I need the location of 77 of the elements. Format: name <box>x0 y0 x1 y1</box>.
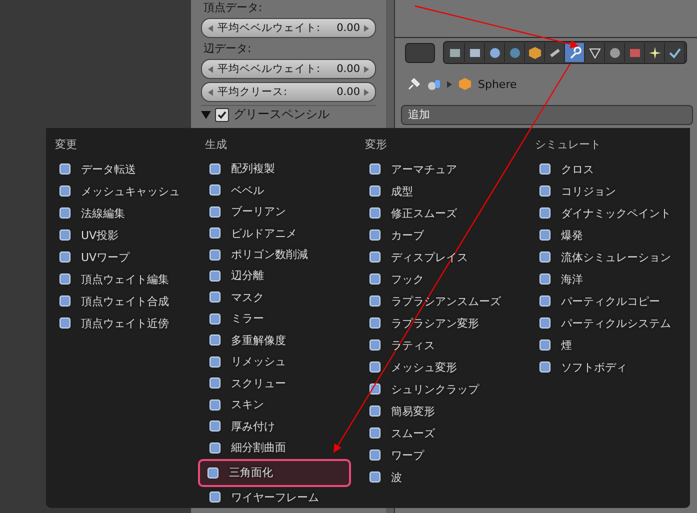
menu-item[interactable]: カーブ <box>362 224 430 246</box>
menu-item[interactable]: 波 <box>362 466 408 488</box>
expand-icon[interactable] <box>201 110 212 120</box>
number-field[interactable]: 平均ベベルウェイト: 0.00 <box>201 18 376 38</box>
menu-item[interactable]: 成型 <box>362 180 419 202</box>
menu-item[interactable]: 海洋 <box>532 268 589 290</box>
menu-item[interactable]: ポリゴン数削減 <box>202 244 314 266</box>
group-label: グリースペンシル <box>233 106 330 123</box>
menu-item[interactable]: パーティクルコピー <box>532 290 666 312</box>
number-field[interactable]: 平均クリース: 0.00 <box>201 82 376 102</box>
menu-item[interactable]: メッシュキャッシュ <box>52 180 186 202</box>
menu-item[interactable]: 配列複製 <box>202 158 281 180</box>
menu-item[interactable]: ミラー <box>202 308 270 330</box>
menu-item[interactable]: 辺分離 <box>202 265 270 287</box>
menu-item[interactable]: 簡易変形 <box>362 400 441 422</box>
menu-item[interactable]: シュリンクラップ <box>362 378 485 400</box>
add-modifier-dropdown[interactable]: 追加 <box>401 105 693 125</box>
column-heading: 変形 <box>364 137 387 153</box>
menu-item[interactable]: ラプラシアンスムーズ <box>362 290 507 312</box>
object-name: Sphere <box>478 78 517 90</box>
menu-item[interactable]: クロス <box>532 158 600 180</box>
breadcrumb-arrow-icon <box>447 80 452 88</box>
menu-item[interactable]: 三角面化 <box>198 459 351 487</box>
vertices-icon <box>588 46 602 60</box>
menu-item[interactable]: 法線編集 <box>52 202 131 224</box>
column-heading: シミュレート <box>534 137 601 153</box>
menu-item[interactable]: パーティクルシステム <box>532 312 677 334</box>
check-icon <box>668 46 682 60</box>
properties-tab[interactable] <box>565 43 585 62</box>
menu-item[interactable]: リメッシュ <box>202 351 292 373</box>
menu-item[interactable]: データ転送 <box>52 158 142 180</box>
menu-item[interactable]: ワープ <box>362 444 430 466</box>
section-label: 頂点データ: <box>202 1 264 15</box>
section-label: 辺データ: <box>202 42 252 56</box>
menu-item[interactable]: メッシュ変形 <box>362 356 463 378</box>
decrement-arrow-icon[interactable] <box>208 24 214 32</box>
menu-item[interactable]: 煙 <box>532 334 578 356</box>
menu-item[interactable]: 爆発 <box>532 224 589 246</box>
cube-icon <box>528 46 542 60</box>
menu-item[interactable]: ビルドアニメ <box>202 222 303 244</box>
menu-item[interactable]: フック <box>362 268 430 290</box>
increment-arrow-icon[interactable] <box>364 66 370 72</box>
sparkle-icon <box>648 46 662 60</box>
menu-item[interactable]: ラプラシアン変形 <box>362 312 485 334</box>
sphere-icon <box>608 46 622 60</box>
menu-item[interactable]: 修正スムーズ <box>362 202 463 224</box>
menu-item[interactable]: コリジョン <box>532 180 622 202</box>
menu-item[interactable]: ブーリアン <box>202 200 292 222</box>
menu-item[interactable]: ワイヤーフレーム <box>202 486 325 508</box>
number-field[interactable]: 平均ベベルウェイト: 0.00 <box>201 59 376 79</box>
menu-item[interactable]: ベベル <box>202 179 270 201</box>
menu-item[interactable]: マスク <box>202 286 270 308</box>
menu-item[interactable]: スクリュー <box>202 372 292 394</box>
menu-item[interactable]: UV投影 <box>52 224 125 246</box>
world-icon <box>508 46 522 60</box>
increment-arrow-icon[interactable] <box>364 24 370 32</box>
menu-item[interactable]: 流体シミュレーション <box>532 246 677 268</box>
menu-item[interactable]: 頂点ウェイト合成 <box>52 290 175 312</box>
menu-item[interactable]: スキン <box>202 394 270 416</box>
menu-item[interactable]: ソフトボディ <box>532 356 633 378</box>
menu-item[interactable]: 頂点ウェイト編集 <box>52 268 175 290</box>
menu-item[interactable]: スムーズ <box>362 422 441 444</box>
cube-icon <box>458 77 472 91</box>
menu-item[interactable]: 細分割曲面 <box>202 436 292 458</box>
menu-item[interactable]: 多重解像度 <box>202 330 292 352</box>
menu-item[interactable]: UVワープ <box>52 246 136 268</box>
menu-item[interactable]: 頂点ウェイト近傍 <box>52 312 175 334</box>
checkbox[interactable] <box>215 108 230 122</box>
column-heading: 生成 <box>204 137 227 153</box>
menu-item[interactable]: アーマチュア <box>362 158 463 180</box>
menu-item[interactable]: 厚み付け <box>202 415 281 437</box>
column-heading: 変更 <box>54 137 77 153</box>
decrement-arrow-icon[interactable] <box>208 88 214 96</box>
decrement-arrow-icon[interactable] <box>208 66 214 72</box>
increment-arrow-icon[interactable] <box>364 88 370 96</box>
menu-item[interactable]: ダイナミックペイント <box>532 202 677 224</box>
editor-type-button[interactable] <box>405 42 435 62</box>
